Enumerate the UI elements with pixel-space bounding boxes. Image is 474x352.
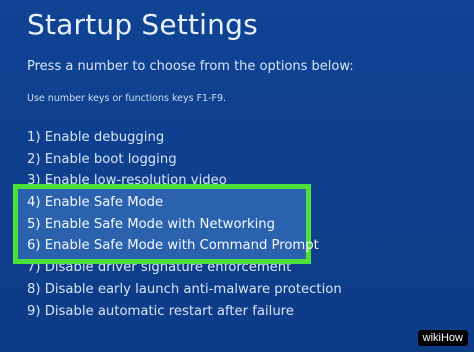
- wikihow-watermark-logo: wikiHow: [417, 330, 468, 346]
- highlighted-safe-mode-options: 4) Enable Safe Mode 5) Enable Safe Mode …: [27, 192, 319, 257]
- key-hint-text: Use number keys or functions keys F1-F9.: [27, 93, 227, 104]
- option-enable-debugging[interactable]: 1) Enable debugging: [27, 127, 342, 149]
- option-enable-boot-logging[interactable]: 2) Enable boot logging: [27, 149, 342, 171]
- highlighted-option-safe-mode-networking[interactable]: 5) Enable Safe Mode with Networking: [27, 214, 319, 236]
- highlighted-option-safe-mode-command-prompt[interactable]: 6) Enable Safe Mode with Command Prompt: [27, 235, 319, 257]
- option-disable-early-launch-anti-malware[interactable]: 8) Disable early launch anti-malware pro…: [27, 279, 342, 301]
- startup-settings-screen: Startup Settings Press a number to choos…: [0, 0, 474, 352]
- page-title: Startup Settings: [27, 8, 258, 41]
- option-disable-automatic-restart[interactable]: 9) Disable automatic restart after failu…: [27, 301, 342, 323]
- instruction-text: Press a number to choose from the option…: [27, 59, 354, 74]
- highlighted-option-enable-safe-mode[interactable]: 4) Enable Safe Mode: [27, 192, 319, 214]
